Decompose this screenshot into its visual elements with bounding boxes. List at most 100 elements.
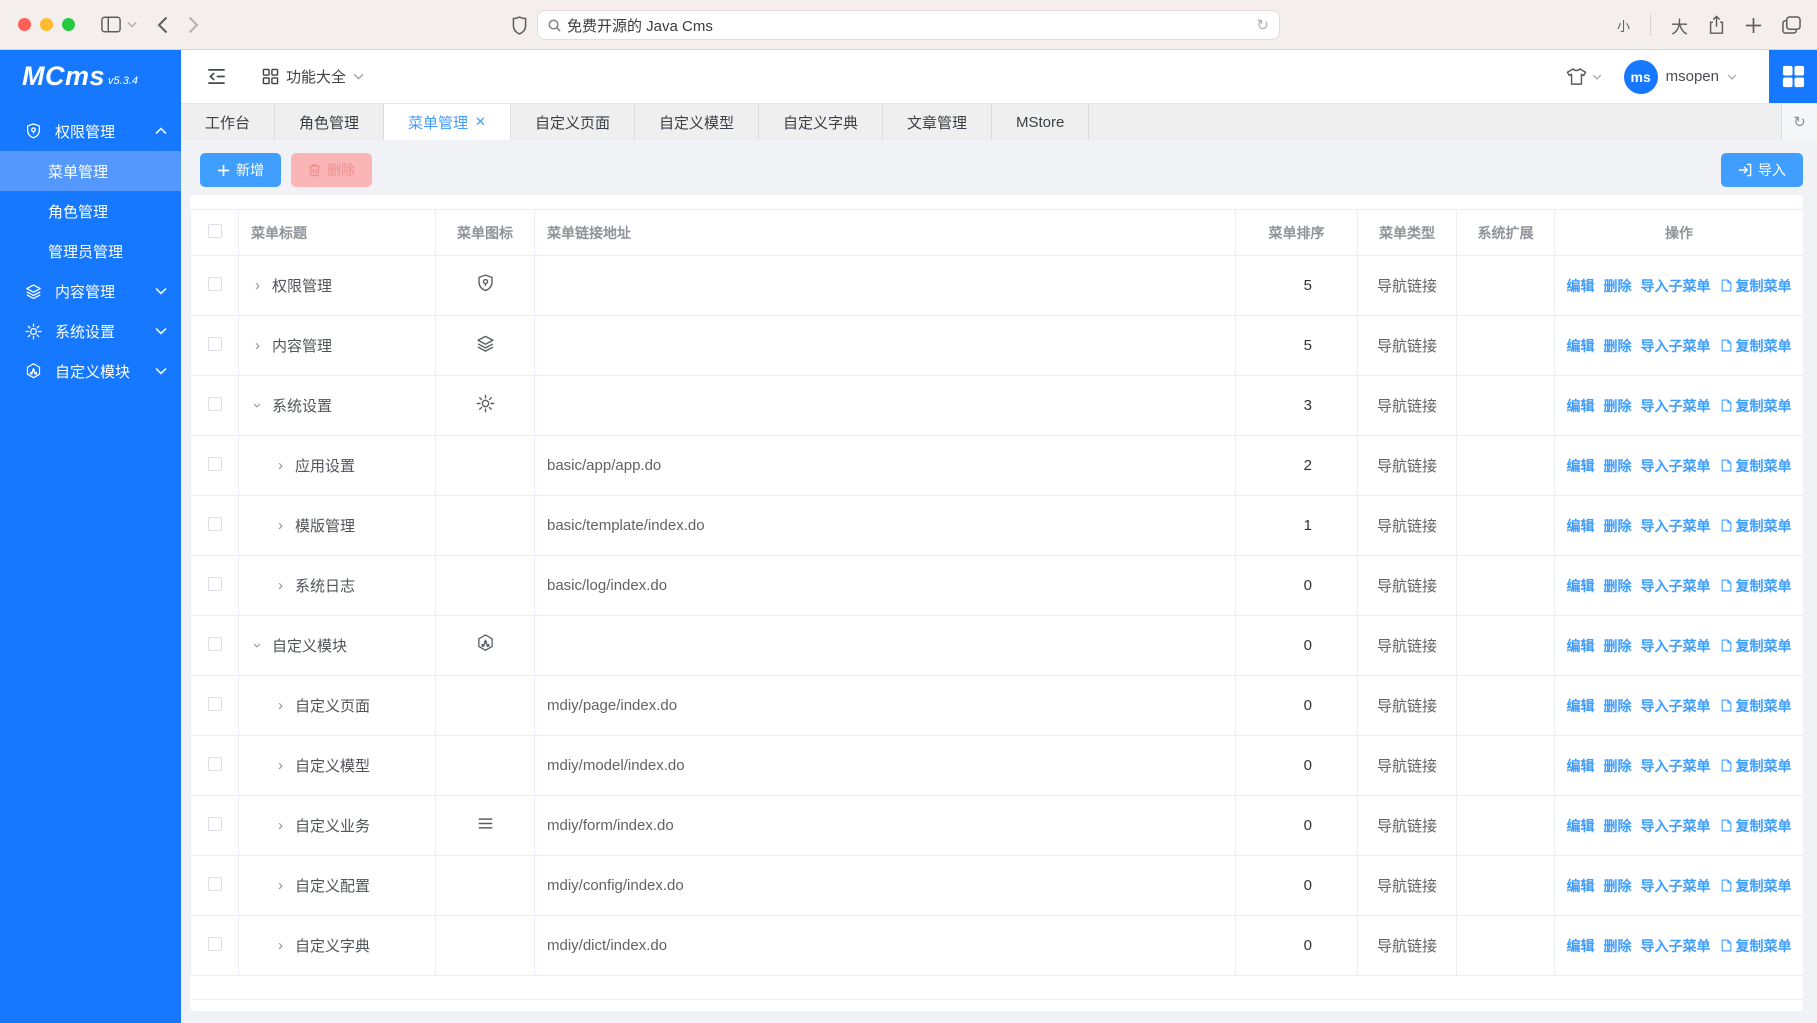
text-smaller-button[interactable]: 小 bbox=[1617, 16, 1630, 35]
edit-link[interactable]: 编辑 bbox=[1567, 516, 1595, 536]
edit-link[interactable]: 编辑 bbox=[1567, 396, 1595, 416]
copy-menu-link[interactable]: 复制菜单 bbox=[1720, 456, 1792, 476]
edit-link[interactable]: 编辑 bbox=[1567, 576, 1595, 596]
expand-arrow-icon[interactable]: › bbox=[274, 457, 287, 474]
copy-menu-link[interactable]: 复制菜单 bbox=[1720, 396, 1792, 416]
tab-7[interactable]: MStore bbox=[992, 104, 1089, 140]
copy-menu-link[interactable]: 复制菜单 bbox=[1720, 576, 1792, 596]
row-checkbox[interactable] bbox=[208, 397, 222, 411]
delete-link[interactable]: 删除 bbox=[1604, 276, 1632, 296]
import-child-link[interactable]: 导入子菜单 bbox=[1641, 756, 1711, 776]
delete-link[interactable]: 删除 bbox=[1604, 936, 1632, 956]
import-child-link[interactable]: 导入子菜单 bbox=[1641, 636, 1711, 656]
row-checkbox[interactable] bbox=[208, 697, 222, 711]
row-checkbox[interactable] bbox=[208, 337, 222, 351]
copy-menu-link[interactable]: 复制菜单 bbox=[1720, 516, 1792, 536]
new-tab-icon[interactable] bbox=[1745, 17, 1762, 34]
edit-link[interactable]: 编辑 bbox=[1567, 456, 1595, 476]
edit-link[interactable]: 编辑 bbox=[1567, 816, 1595, 836]
sidebar-subitem-0-0[interactable]: 菜单管理 bbox=[0, 151, 181, 191]
sidebar-item-0[interactable]: 权限管理 bbox=[0, 111, 181, 151]
expand-arrow-icon[interactable]: › bbox=[274, 577, 287, 594]
expand-arrow-icon[interactable]: › bbox=[274, 937, 287, 954]
tab-6[interactable]: 文章管理 bbox=[883, 104, 992, 140]
copy-menu-link[interactable]: 复制菜单 bbox=[1720, 816, 1792, 836]
privacy-shield-icon[interactable] bbox=[512, 16, 527, 35]
copy-menu-link[interactable]: 复制菜单 bbox=[1720, 636, 1792, 656]
user-menu[interactable]: ms msopen bbox=[1624, 60, 1737, 94]
delete-link[interactable]: 删除 bbox=[1604, 636, 1632, 656]
menu-fold-icon[interactable] bbox=[207, 68, 226, 85]
select-all-checkbox[interactable] bbox=[208, 224, 222, 238]
sidebar-item-1[interactable]: 内容管理 bbox=[0, 271, 181, 311]
copy-menu-link[interactable]: 复制菜单 bbox=[1720, 936, 1792, 956]
import-button[interactable]: 导入 bbox=[1721, 153, 1803, 187]
row-checkbox[interactable] bbox=[208, 637, 222, 651]
edit-link[interactable]: 编辑 bbox=[1567, 636, 1595, 656]
expand-arrow-icon[interactable]: › bbox=[249, 639, 266, 652]
edit-link[interactable]: 编辑 bbox=[1567, 876, 1595, 896]
delete-button[interactable]: 删除 bbox=[291, 153, 372, 187]
fullscreen-window-button[interactable] bbox=[62, 18, 75, 31]
tab-1[interactable]: 角色管理 bbox=[275, 104, 384, 140]
import-child-link[interactable]: 导入子菜单 bbox=[1641, 456, 1711, 476]
copy-menu-link[interactable]: 复制菜单 bbox=[1720, 756, 1792, 776]
row-checkbox[interactable] bbox=[208, 877, 222, 891]
delete-link[interactable]: 删除 bbox=[1604, 396, 1632, 416]
delete-link[interactable]: 删除 bbox=[1604, 516, 1632, 536]
import-child-link[interactable]: 导入子菜单 bbox=[1641, 816, 1711, 836]
row-checkbox[interactable] bbox=[208, 577, 222, 591]
delete-link[interactable]: 删除 bbox=[1604, 336, 1632, 356]
reload-icon[interactable]: ↻ bbox=[1256, 16, 1269, 34]
delete-link[interactable]: 删除 bbox=[1604, 696, 1632, 716]
delete-link[interactable]: 删除 bbox=[1604, 756, 1632, 776]
import-child-link[interactable]: 导入子菜单 bbox=[1641, 516, 1711, 536]
sidebar-toggle-icon[interactable] bbox=[101, 16, 121, 33]
expand-arrow-icon[interactable]: › bbox=[251, 277, 264, 294]
tab-5[interactable]: 自定义字典 bbox=[759, 104, 883, 140]
copy-menu-link[interactable]: 复制菜单 bbox=[1720, 876, 1792, 896]
sidebar-item-3[interactable]: 自定义模块 bbox=[0, 351, 181, 391]
text-larger-button[interactable]: 大 bbox=[1671, 13, 1688, 38]
import-child-link[interactable]: 导入子菜单 bbox=[1641, 336, 1711, 356]
copy-menu-link[interactable]: 复制菜单 bbox=[1720, 336, 1792, 356]
expand-arrow-icon[interactable]: › bbox=[274, 757, 287, 774]
row-checkbox[interactable] bbox=[208, 817, 222, 831]
minimize-window-button[interactable] bbox=[40, 18, 53, 31]
expand-arrow-icon[interactable]: › bbox=[274, 877, 287, 894]
import-child-link[interactable]: 导入子菜单 bbox=[1641, 696, 1711, 716]
back-button[interactable] bbox=[157, 16, 168, 34]
edit-link[interactable]: 编辑 bbox=[1567, 696, 1595, 716]
tab-4[interactable]: 自定义模型 bbox=[635, 104, 759, 140]
apps-launcher-button[interactable] bbox=[1769, 50, 1817, 103]
import-child-link[interactable]: 导入子菜单 bbox=[1641, 396, 1711, 416]
expand-arrow-icon[interactable]: › bbox=[274, 517, 287, 534]
row-checkbox[interactable] bbox=[208, 457, 222, 471]
delete-link[interactable]: 删除 bbox=[1604, 816, 1632, 836]
share-icon[interactable] bbox=[1708, 15, 1725, 35]
expand-arrow-icon[interactable]: › bbox=[274, 817, 287, 834]
row-checkbox[interactable] bbox=[208, 517, 222, 531]
tab-overview-icon[interactable] bbox=[1782, 16, 1801, 34]
expand-arrow-icon[interactable]: › bbox=[251, 337, 264, 354]
close-window-button[interactable] bbox=[18, 18, 31, 31]
copy-menu-link[interactable]: 复制菜单 bbox=[1720, 276, 1792, 296]
add-button[interactable]: 新增 bbox=[200, 153, 281, 187]
theme-switcher[interactable] bbox=[1566, 67, 1602, 86]
tab-3[interactable]: 自定义页面 bbox=[511, 104, 635, 140]
forward-button[interactable] bbox=[188, 16, 199, 34]
sidebar-subitem-0-2[interactable]: 管理员管理 bbox=[0, 231, 181, 271]
import-child-link[interactable]: 导入子菜单 bbox=[1641, 276, 1711, 296]
import-child-link[interactable]: 导入子菜单 bbox=[1641, 576, 1711, 596]
row-checkbox[interactable] bbox=[208, 757, 222, 771]
row-checkbox[interactable] bbox=[208, 937, 222, 951]
nav-function-menu[interactable]: 功能大全 bbox=[262, 66, 364, 87]
sidebar-item-2[interactable]: 系统设置 bbox=[0, 311, 181, 351]
row-checkbox[interactable] bbox=[208, 277, 222, 291]
edit-link[interactable]: 编辑 bbox=[1567, 756, 1595, 776]
edit-link[interactable]: 编辑 bbox=[1567, 936, 1595, 956]
tab-0[interactable]: 工作台 bbox=[181, 104, 275, 140]
edit-link[interactable]: 编辑 bbox=[1567, 336, 1595, 356]
import-child-link[interactable]: 导入子菜单 bbox=[1641, 876, 1711, 896]
tab-2[interactable]: 菜单管理✕ bbox=[384, 104, 511, 140]
